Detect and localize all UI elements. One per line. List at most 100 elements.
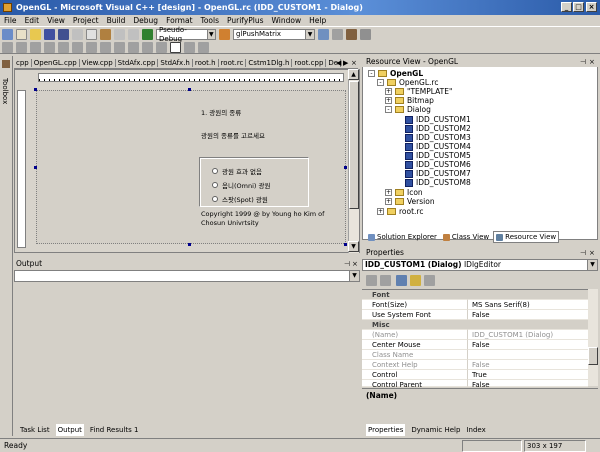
properties-scrollbar[interactable] bbox=[588, 289, 598, 386]
radio-no-light[interactable]: 광원 효과 없음 bbox=[212, 166, 262, 176]
menu-file[interactable]: File bbox=[0, 15, 21, 26]
pin-icon[interactable]: ⊣ bbox=[580, 57, 586, 67]
config-combo[interactable]: Pseudo-Debug ▼ bbox=[156, 26, 216, 43]
property-row[interactable]: Use System Font False bbox=[362, 310, 588, 320]
tab-class-view[interactable]: Class View bbox=[441, 231, 491, 243]
properties-icon[interactable] bbox=[332, 29, 343, 40]
tab-right-icon[interactable]: ▶ bbox=[343, 57, 348, 69]
tree-dialog-item[interactable]: IDD_CUSTOM5 bbox=[405, 151, 471, 160]
editor-scrollbar[interactable]: ▲ ▼ bbox=[348, 69, 359, 253]
tree-dialog-item[interactable]: IDD_CUSTOM7 bbox=[405, 169, 471, 178]
scroll-thumb[interactable] bbox=[349, 81, 359, 209]
scroll-down-icon[interactable]: ▼ bbox=[348, 241, 359, 252]
close-button[interactable]: × bbox=[586, 2, 597, 12]
start-icon[interactable] bbox=[142, 29, 153, 40]
align-center-icon[interactable] bbox=[16, 42, 27, 53]
tab-output[interactable]: Output bbox=[55, 424, 84, 436]
property-row[interactable]: Context Help False bbox=[362, 360, 588, 370]
property-row[interactable]: Class Name bbox=[362, 350, 588, 360]
open-icon[interactable] bbox=[30, 29, 41, 40]
menu-format[interactable]: Format bbox=[162, 15, 196, 26]
save-all-icon[interactable] bbox=[58, 29, 69, 40]
align-top-icon[interactable] bbox=[44, 42, 55, 53]
doc-tab[interactable]: Cstm1Dlg.h bbox=[246, 59, 293, 67]
menu-edit[interactable]: Edit bbox=[21, 15, 44, 26]
menu-tools[interactable]: Tools bbox=[197, 15, 223, 26]
cut-icon[interactable] bbox=[72, 29, 83, 40]
doc-tab[interactable]: root.rc bbox=[218, 59, 247, 67]
maximize-button[interactable]: □ bbox=[573, 2, 584, 12]
tab-solution-explorer[interactable]: Solution Explorer bbox=[366, 231, 439, 243]
expand-icon[interactable]: + bbox=[385, 88, 392, 95]
property-pages-icon[interactable] bbox=[424, 275, 435, 286]
property-row[interactable]: Font(Size) MS Sans Serif(8) bbox=[362, 300, 588, 310]
doc-tab[interactable]: StdAfx.h bbox=[158, 59, 193, 67]
resize-handle[interactable] bbox=[188, 88, 191, 91]
close-icon[interactable]: × bbox=[352, 259, 358, 269]
tools-icon[interactable] bbox=[360, 29, 371, 40]
tree-root-rc[interactable]: + root.rc bbox=[377, 207, 423, 216]
menu-window[interactable]: Window bbox=[268, 15, 306, 26]
dialog-prompt[interactable]: 광원의 종류를 고르세요 bbox=[201, 130, 265, 140]
toggle-grid-icon[interactable] bbox=[170, 42, 181, 53]
minimize-button[interactable]: _ bbox=[561, 2, 572, 12]
expand-icon[interactable]: + bbox=[385, 198, 392, 205]
menu-purifyplus[interactable]: PurifyPlus bbox=[223, 15, 268, 26]
align-bottom-icon[interactable] bbox=[72, 42, 83, 53]
pin-icon[interactable]: ⊣ bbox=[344, 259, 350, 269]
align-right-icon[interactable] bbox=[30, 42, 41, 53]
undo-icon[interactable] bbox=[114, 29, 125, 40]
radio-spot-light[interactable]: 스팟(Spot) 광원 bbox=[212, 194, 268, 204]
save-icon[interactable] bbox=[44, 29, 55, 40]
align-left-icon[interactable] bbox=[2, 42, 13, 53]
tab-dynamic-help[interactable]: Dynamic Help bbox=[411, 424, 460, 436]
copyright-text[interactable]: Copyright 1999 @ by Young ho Kim of bbox=[201, 210, 324, 218]
tree-folder[interactable]: + Icon bbox=[385, 188, 423, 197]
test-dialog-icon[interactable] bbox=[198, 42, 209, 53]
tab-task-list[interactable]: Task List bbox=[20, 424, 50, 436]
copy-icon[interactable] bbox=[86, 29, 97, 40]
tab-index[interactable]: Index bbox=[466, 424, 485, 436]
tab-resource-view[interactable]: Resource View bbox=[493, 231, 560, 243]
tree-dialog-item[interactable]: IDD_CUSTOM4 bbox=[405, 142, 471, 151]
toolbox-icon[interactable] bbox=[346, 29, 357, 40]
menu-build[interactable]: Build bbox=[103, 15, 130, 26]
tree-folder[interactable]: - Dialog bbox=[385, 105, 431, 114]
tree-root[interactable]: - OpenGL bbox=[368, 69, 423, 78]
collapse-icon[interactable]: - bbox=[368, 70, 375, 77]
resize-handle[interactable] bbox=[188, 243, 191, 246]
menu-debug[interactable]: Debug bbox=[129, 15, 162, 26]
toolbox-strip[interactable]: Toolbox bbox=[0, 56, 13, 436]
tree-rc[interactable]: - OpenGL.rc bbox=[377, 78, 438, 87]
tree-folder[interactable]: + Version bbox=[385, 197, 435, 206]
resize-handle[interactable] bbox=[344, 243, 347, 246]
menu-help[interactable]: Help bbox=[305, 15, 330, 26]
doc-tab[interactable]: View.cpp bbox=[79, 59, 116, 67]
scroll-thumb[interactable] bbox=[588, 347, 598, 365]
output-pane[interactable] bbox=[14, 283, 360, 423]
new-file-icon[interactable] bbox=[16, 29, 27, 40]
scroll-up-icon[interactable]: ▲ bbox=[348, 69, 359, 80]
events-icon[interactable] bbox=[410, 275, 421, 286]
tree-dialog-item[interactable]: IDD_CUSTOM3 bbox=[405, 133, 471, 142]
alphabetical-icon[interactable] bbox=[380, 275, 391, 286]
size-to-grid-icon[interactable] bbox=[128, 42, 139, 53]
tab-properties[interactable]: Properties bbox=[366, 424, 406, 436]
expand-icon[interactable]: + bbox=[377, 208, 384, 215]
property-row[interactable]: (Name) IDD_CUSTOM1 (Dialog) bbox=[362, 330, 588, 340]
make-same-size-icon[interactable] bbox=[114, 42, 125, 53]
doc-tab[interactable]: cpp bbox=[14, 59, 32, 67]
properties-icon[interactable] bbox=[396, 275, 407, 286]
expand-icon[interactable]: + bbox=[385, 189, 392, 196]
align-middle-icon[interactable] bbox=[58, 42, 69, 53]
property-category[interactable]: Misc bbox=[362, 320, 588, 330]
doc-tab[interactable]: root.cpp bbox=[292, 59, 327, 67]
space-down-icon[interactable] bbox=[156, 42, 167, 53]
categorized-icon[interactable] bbox=[366, 275, 377, 286]
close-icon[interactable]: × bbox=[589, 248, 595, 258]
find-in-files-icon[interactable] bbox=[219, 29, 230, 40]
output-source-combo[interactable]: ▼ bbox=[14, 270, 360, 282]
paste-icon[interactable] bbox=[100, 29, 111, 40]
tab-find-results[interactable]: Find Results 1 bbox=[90, 424, 139, 436]
solution-explorer-icon[interactable] bbox=[318, 29, 329, 40]
